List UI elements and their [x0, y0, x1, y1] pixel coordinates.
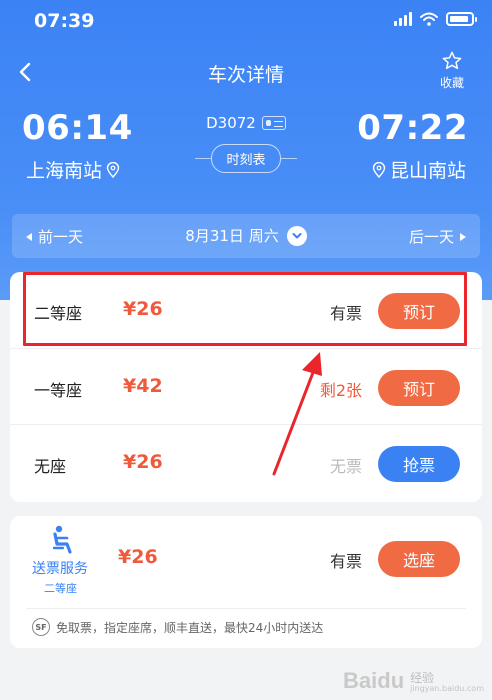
sf-express-icon: SF — [32, 618, 50, 636]
departure-station[interactable]: 上海南站 — [26, 156, 120, 183]
seat-icon — [52, 525, 72, 554]
book-button[interactable]: 预订 — [378, 293, 460, 329]
divider-left — [195, 158, 212, 159]
train-number: D3072 — [206, 114, 256, 132]
watermark: Baidu 经验 jingyan.baidu.com — [343, 668, 484, 694]
seat-stock: 有票 — [329, 304, 362, 323]
location-pin-icon — [106, 161, 120, 178]
location-pin-icon — [372, 161, 386, 178]
seat-name: 一等座 — [34, 381, 83, 400]
seat-row-second-class: 二等座 ¥26 有票 预订 — [10, 272, 482, 348]
delivery-price: ¥26 — [118, 546, 158, 568]
grab-ticket-button[interactable]: 抢票 — [378, 446, 460, 482]
nav-bar: 车次详情 收藏 — [0, 44, 492, 100]
triangle-right-icon — [460, 232, 466, 241]
seat-price: ¥26 — [123, 298, 163, 320]
departure-station-name: 上海南站 — [26, 160, 103, 182]
watermark-logo: Baidu — [343, 668, 405, 693]
next-day-button[interactable]: 后一天 — [409, 226, 466, 247]
star-icon — [442, 51, 462, 70]
next-day-label: 后一天 — [408, 228, 454, 246]
delivery-note-text: 免取票，指定座席，顺丰直送，最快24小时内送达 — [56, 620, 324, 635]
divider — [26, 608, 466, 609]
delivery-stock: 有票 — [329, 552, 362, 571]
chevron-down-icon — [286, 225, 307, 246]
watermark-url: jingyan.baidu.com — [410, 684, 484, 694]
signal-icon — [394, 12, 412, 26]
delivery-note: SF 免取票，指定座席，顺丰直送，最快24小时内送达 — [32, 618, 323, 636]
seat-name: 二等座 — [34, 304, 83, 323]
wifi-icon — [420, 12, 438, 26]
status-icons — [394, 12, 477, 26]
id-card-icon — [261, 116, 286, 130]
arrival-station-name: 昆山南站 — [389, 160, 466, 182]
train-number-row: D3072 — [0, 114, 492, 132]
seat-stock: 剩2张 — [319, 381, 362, 400]
seat-stock: 无票 — [329, 457, 362, 476]
seat-row-first-class: 一等座 ¥42 剩2张 预订 — [10, 348, 482, 424]
schedule-button[interactable]: 时刻表 — [211, 144, 281, 173]
seat-list-card: 二等座 ¥26 有票 预订 一等座 ¥42 剩2张 预订 无座 ¥26 无票 抢… — [10, 272, 482, 502]
arrival-station[interactable]: 昆山南站 — [372, 156, 466, 183]
favorite-button[interactable]: 收藏 — [432, 50, 472, 91]
seat-price: ¥26 — [123, 451, 163, 473]
delivery-service-label: 送票服务 — [32, 561, 88, 577]
delivery-seat-type: 二等座 — [44, 582, 77, 595]
divider-right — [280, 158, 297, 159]
date-bar: 前一天 8月31日 周六 后一天 — [12, 214, 480, 258]
battery-icon — [446, 12, 477, 26]
current-date: 8月31日 周六 — [185, 227, 279, 245]
train-info: 06:14 07:22 D3072 时刻表 上海南站 昆山南站 — [0, 104, 492, 194]
seat-name: 无座 — [34, 457, 67, 476]
seat-row-no-seat: 无座 ¥26 无票 抢票 — [10, 424, 482, 500]
seat-price: ¥42 — [123, 375, 163, 397]
book-button[interactable]: 预订 — [378, 370, 460, 406]
status-time: 07:39 — [34, 10, 95, 32]
delivery-service-card: 送票服务 二等座 ¥26 有票 选座 SF 免取票，指定座席，顺丰直送，最快24… — [10, 516, 482, 648]
page-title: 车次详情 — [207, 64, 284, 86]
choose-seat-button[interactable]: 选座 — [378, 541, 460, 577]
status-bar: 07:39 — [0, 0, 492, 44]
favorite-label: 收藏 — [439, 76, 464, 90]
